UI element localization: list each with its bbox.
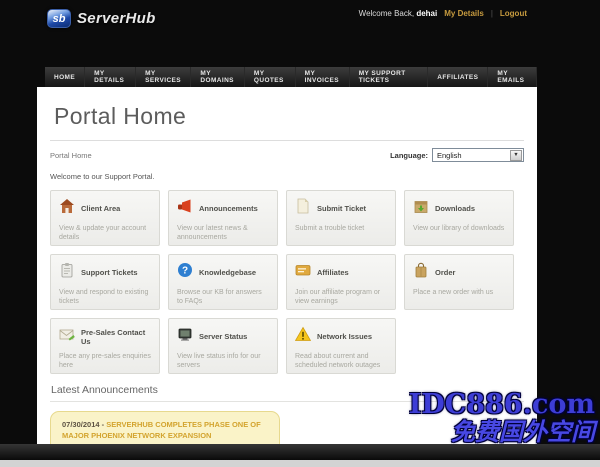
language-label: Language:: [390, 150, 428, 160]
footer-dark-band: [0, 444, 600, 460]
language-select[interactable]: English ▼: [432, 148, 524, 162]
latest-announcements-section: Latest Announcements 07/30/2014 - SERVER…: [50, 384, 524, 444]
announcement-item: 07/30/2014 - SERVERHUB COMPLETES PHASE O…: [50, 411, 280, 444]
language-selector: Language: English ▼: [390, 148, 524, 162]
breadcrumb: Portal Home: [50, 150, 92, 160]
breadcrumb-row: Portal Home Language: English ▼: [50, 141, 524, 170]
nav-my-quotes[interactable]: MY QUOTES: [245, 67, 296, 87]
box-desc: Browse our KB for answers to FAQs: [177, 289, 262, 306]
megaphone-icon: [177, 198, 193, 219]
box-desc: View live status info for our servers: [177, 353, 261, 370]
serverhub-logo[interactable]: sb ServerHub: [47, 9, 156, 28]
nav-my-support-tickets[interactable]: MY SUPPORT TICKETS: [350, 67, 429, 87]
box-network-issues[interactable]: Network Issues Read about current and sc…: [286, 318, 396, 374]
logout-link[interactable]: Logout: [500, 9, 527, 18]
box-announcements[interactable]: Announcements View our latest news & ann…: [168, 190, 278, 246]
box-knowledgebase[interactable]: ? Knowledgebase Browse our KB for answer…: [168, 254, 278, 310]
server-icon: [177, 326, 193, 347]
box-title: Order: [435, 268, 456, 277]
card-icon: [295, 262, 311, 283]
box-title: Affiliates: [317, 268, 349, 277]
box-title: Server Status: [199, 332, 248, 341]
nav-affiliates[interactable]: AFFILIATES: [428, 67, 489, 87]
nav-my-services[interactable]: MY SERVICES: [136, 67, 192, 87]
box-title: Submit Ticket: [317, 204, 367, 213]
box-desc: View our library of downloads: [413, 225, 505, 232]
nav-my-emails[interactable]: MY EMAILS: [488, 67, 537, 87]
header-separator: |: [490, 9, 493, 18]
box-desc: View our latest news & announcements: [177, 225, 248, 242]
welcome-text: Welcome Back, dehai: [358, 9, 438, 18]
house-icon: [59, 198, 75, 219]
portal-home-screen: sb ServerHub Welcome Back, dehai My Deta…: [0, 0, 600, 467]
box-desc: Place any pre-sales enquiries here: [59, 353, 151, 370]
serverhub-logo-text: ServerHub: [77, 10, 156, 27]
support-portal-welcome: Welcome to our Support Portal.: [50, 172, 155, 181]
top-header: sb ServerHub Welcome Back, dehai My Deta…: [0, 0, 600, 67]
box-submit-ticket[interactable]: Submit Ticket Submit a trouble ticket: [286, 190, 396, 246]
box-order[interactable]: Order Place a new order with us: [404, 254, 514, 310]
serverhub-logo-icon: sb: [47, 9, 71, 28]
box-pre-sales-contact[interactable]: Pre-Sales Contact Us Place any pre-sales…: [50, 318, 160, 374]
box-title: Network Issues: [317, 332, 373, 341]
nav-my-details[interactable]: MY DETAILS: [85, 67, 137, 87]
box-title: Pre-Sales Contact Us: [81, 327, 146, 346]
box-server-status[interactable]: Server Status View live status info for …: [168, 318, 278, 374]
announcement-separator: -: [101, 420, 105, 429]
box-client-area[interactable]: Client Area View & update your account d…: [50, 190, 160, 246]
clipboard-icon: [59, 262, 75, 283]
box-desc: Read about current and scheduled network…: [295, 353, 381, 370]
box-desc: Join our affiliate program or view earni…: [295, 289, 381, 306]
document-icon: [295, 198, 311, 219]
username: dehai: [416, 9, 438, 18]
question-icon: ?: [177, 262, 193, 283]
page-title: Portal Home: [54, 103, 187, 129]
latest-announcements-heading: Latest Announcements: [50, 384, 524, 402]
box-title: Downloads: [435, 204, 476, 213]
box-title: Announcements: [199, 204, 258, 213]
language-select-value: English: [437, 150, 462, 160]
box-desc: Submit a trouble ticket: [295, 225, 365, 232]
nav-my-invoices[interactable]: MY INVOICES: [296, 67, 350, 87]
announcement-date: 07/30/2014: [62, 420, 100, 429]
my-details-link[interactable]: My Details: [444, 9, 484, 18]
account-links: Welcome Back, dehai My Details | Logout: [359, 9, 527, 18]
box-affiliates[interactable]: Affiliates Join our affiliate program or…: [286, 254, 396, 310]
box-desc: View and respond to existing tickets: [59, 289, 149, 306]
package-icon: [413, 198, 429, 219]
box-downloads[interactable]: Downloads View our library of downloads: [404, 190, 514, 246]
chevron-down-icon[interactable]: ▼: [510, 149, 522, 161]
box-support-tickets[interactable]: Support Tickets View and respond to exis…: [50, 254, 160, 310]
svg-text:?: ?: [182, 266, 188, 277]
box-title: Client Area: [81, 204, 121, 213]
main-nav: HOME MY DETAILS MY SERVICES MY DOMAINS M…: [45, 67, 537, 87]
nav-my-domains[interactable]: MY DOMAINS: [191, 67, 245, 87]
bag-icon: [413, 262, 429, 283]
envelope-icon: [59, 326, 75, 347]
box-title: Knowledgebase: [199, 268, 257, 277]
box-desc: View & update your account details: [59, 225, 147, 242]
portal-box-grid: Client Area View & update your account d…: [50, 190, 524, 374]
box-title: Support Tickets: [81, 268, 138, 277]
warning-icon: [294, 326, 312, 347]
footer-gray-strip: [0, 460, 600, 467]
content-area: Portal Home Portal Home Language: Englis…: [37, 87, 537, 444]
box-desc: Place a new order with us: [413, 289, 494, 296]
nav-home[interactable]: HOME: [45, 67, 86, 87]
